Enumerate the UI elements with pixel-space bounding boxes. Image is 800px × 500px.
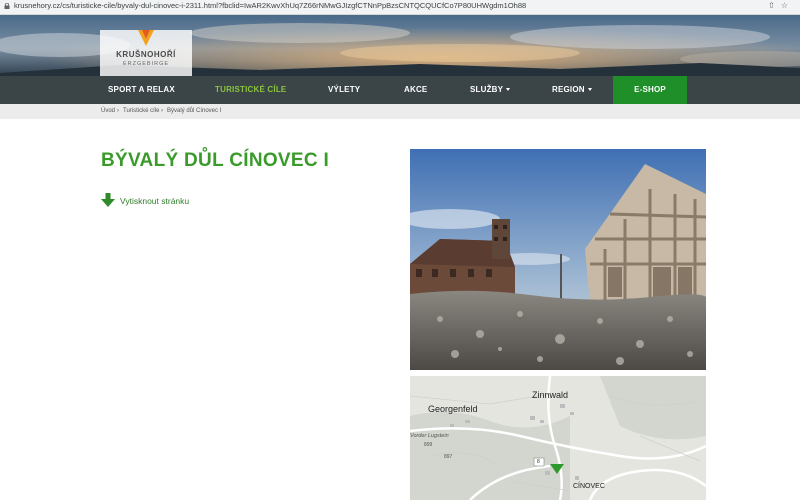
breadcrumb: Úvod › Turistické cíle › Bývalý důl Cíno… [0, 104, 800, 119]
arrow-down-icon [101, 193, 115, 207]
breadcrumb-item-current: Bývalý důl Cínovec I [167, 108, 222, 114]
hero-banner: KRUŠNOHOŘÍ ERZGEBIRGE [0, 15, 800, 76]
logo-title: KRUŠNOHOŘÍ [116, 50, 176, 59]
share-icon[interactable]: ⇧ [768, 1, 781, 10]
print-page-label: Vytisknout stránku [120, 196, 190, 206]
bookmark-star-icon[interactable]: ☆ [781, 1, 794, 10]
page-title: BÝVALÝ DŮL CÍNOVEC I [101, 150, 330, 171]
lock-icon [4, 3, 10, 9]
location-map[interactable]: Georgenfeld Zinnwald CÍNOVEC Vorder Lugs… [410, 376, 706, 500]
nav-item-sport-a-relax[interactable]: SPORT A RELAX [108, 76, 175, 104]
nav-item-vylety[interactable]: VÝLETY [328, 76, 360, 104]
breadcrumb-item-home[interactable]: Úvod [101, 108, 115, 114]
chevron-down-icon [587, 88, 592, 92]
breadcrumb-separator: › [117, 108, 119, 114]
map-label-vorder-lugstein: Vorder Lugstein [410, 433, 449, 439]
breadcrumb-item-turisticke-cile[interactable]: Turistické cíle [123, 108, 159, 114]
chevron-down-icon [506, 88, 511, 92]
main-navigation: SPORT A RELAX TURISTICKÉ CÍLE VÝLETY AKC… [0, 76, 800, 104]
map-label-cinovec: CÍNOVEC [573, 483, 605, 490]
browser-address-bar[interactable]: krusnehory.cz/cs/turisticke-cile/byvaly-… [0, 0, 800, 15]
url-text[interactable]: krusnehory.cz/cs/turisticke-cile/byvaly-… [14, 1, 526, 10]
map-label-road-number: 8 [537, 459, 540, 465]
nav-item-akce[interactable]: AKCE [404, 76, 427, 104]
logo-subtitle: ERZGEBIRGE [122, 61, 170, 67]
nav-item-eshop[interactable]: E-SHOP [613, 76, 687, 104]
nav-item-region[interactable]: REGION [552, 76, 592, 104]
nav-item-turisticke-cile[interactable]: TURISTICKÉ CÍLE [215, 76, 286, 104]
breadcrumb-separator: › [161, 108, 163, 114]
logo-emblem-icon [138, 30, 154, 46]
nav-item-sluzby[interactable]: SLUŽBY [470, 76, 511, 104]
map-label-georgenfeld: Georgenfeld [428, 404, 478, 414]
mine-ruins-photo[interactable] [410, 149, 706, 370]
map-label-zinnwald: Zinnwald [532, 390, 569, 400]
map-label-elevation: 897 [444, 454, 453, 460]
map-label-elevation: 899 [424, 442, 433, 448]
site-logo[interactable]: KRUŠNOHOŘÍ ERZGEBIRGE [100, 30, 192, 76]
